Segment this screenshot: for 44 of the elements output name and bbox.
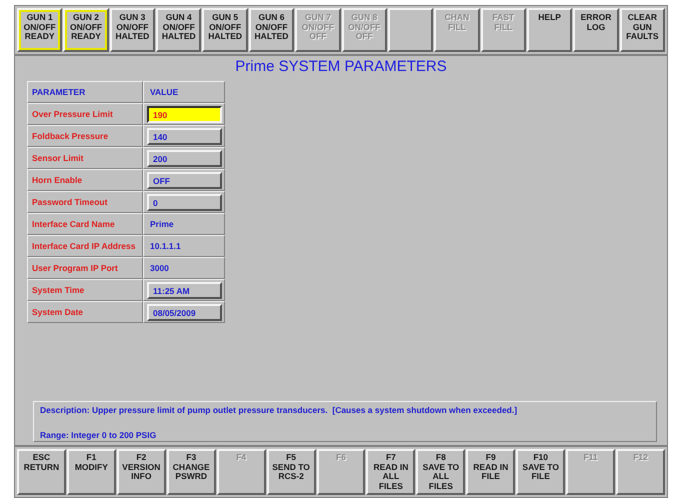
function-key-button[interactable]: F10 SAVE TO FILE (516, 449, 566, 495)
parameter-name: Horn Enable (27, 169, 143, 191)
function-key-button[interactable]: F3 CHANGE PSWRD (166, 449, 216, 495)
parameter-name: System Time (27, 279, 143, 301)
value-button[interactable]: 0 (147, 194, 222, 211)
value-button[interactable]: 08/05/2009 (147, 304, 222, 321)
value-button[interactable]: 140 (147, 128, 222, 145)
function-key-button[interactable]: F1 MODIFY (66, 449, 116, 495)
function-button[interactable]: HELP (526, 8, 572, 52)
value-button[interactable]: 190 (147, 106, 222, 123)
value-cell: Prime (143, 213, 225, 235)
parameter-name: Interface Card IP Address (27, 235, 143, 257)
parameter-name: Sensor Limit (27, 147, 143, 169)
column-header: PARAMETER (27, 81, 143, 103)
function-key-button[interactable]: F2 VERSION INFO (116, 449, 166, 495)
function-button[interactable]: GUN 4 ON/OFF HALTED (156, 8, 202, 52)
function-button[interactable]: GUN 1 ON/OFF READY (17, 8, 62, 52)
function-button[interactable]: GUN 5 ON/OFF HALTED (202, 8, 248, 52)
value-cell: 10.1.1.1 (143, 235, 225, 257)
function-button[interactable]: ERROR LOG (573, 8, 619, 52)
parameter-name: Over Pressure Limit (27, 103, 143, 125)
parameter-name: Interface Card Name (27, 213, 143, 235)
value-button[interactable]: OFF (147, 172, 222, 189)
value-cell: 3000 (143, 257, 225, 279)
parameter-name: User Program IP Port (27, 257, 143, 279)
function-button[interactable] (388, 8, 434, 52)
function-button[interactable]: CLEAR GUN FAULTS (620, 8, 666, 52)
parameter-name: Foldback Pressure (27, 125, 143, 147)
function-button[interactable]: GUN 6 ON/OFF HALTED (248, 8, 294, 52)
function-button[interactable]: GUN 2 ON/OFF READY (63, 8, 109, 52)
range-text: Range: Integer 0 to 200 PSIG (40, 430, 158, 440)
function-key-button[interactable]: F9 READ IN FILE (466, 449, 516, 495)
function-key-button[interactable]: F8 SAVE TO ALL FILES (416, 449, 466, 495)
value-button[interactable]: 11:25 AM (147, 282, 222, 299)
value-button[interactable]: 200 (147, 150, 222, 167)
description-text: Description: Upper pressure limit of pump outlet pressure transducers. [Causes a system shutdown when exceeded.] (40, 405, 518, 415)
function-button[interactable]: GUN 3 ON/OFF HALTED (110, 8, 156, 52)
parameter-name: System Date (27, 301, 143, 323)
function-key-button[interactable]: F7 READ IN ALL FILES (366, 449, 416, 495)
column-header: VALUE (143, 81, 225, 103)
screen-title: Prime SYSTEM PARAMETERS (234, 58, 448, 75)
function-key-button[interactable]: ESC RETURN (17, 449, 66, 495)
function-key-button[interactable]: F5 SEND TO RCS-2 (266, 449, 316, 495)
parameter-name: Password Timeout (27, 191, 143, 213)
